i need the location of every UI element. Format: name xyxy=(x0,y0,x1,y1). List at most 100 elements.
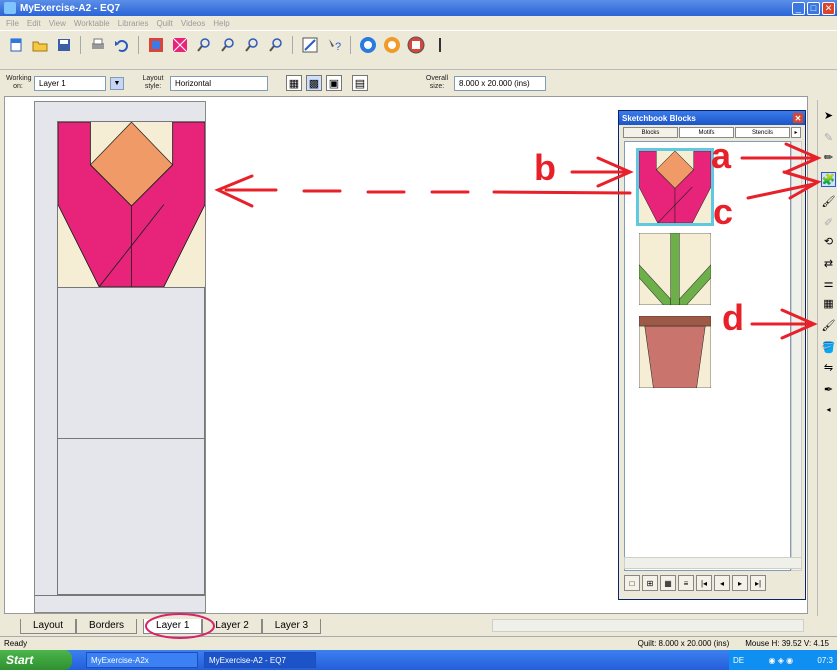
view-2x2-icon[interactable]: ⊞ xyxy=(642,575,658,591)
menu-file[interactable]: File xyxy=(6,19,19,28)
layout-borders-icon[interactable]: ▣ xyxy=(326,75,342,91)
eyedropper-tool-icon[interactable]: ✒ xyxy=(821,382,836,397)
menu-help[interactable]: Help xyxy=(213,19,229,28)
sketchbook-title: Sketchbook Blocks xyxy=(622,113,696,123)
view-1x1-icon[interactable]: □ xyxy=(624,575,640,591)
main-toolbar: ? xyxy=(0,30,837,70)
spraycan-tool-icon[interactable]: 🪣 xyxy=(821,340,836,355)
rotate-tool-icon[interactable]: ⟲ xyxy=(821,234,836,249)
print-icon[interactable] xyxy=(88,35,107,54)
fabric-color-icon[interactable] xyxy=(382,35,401,54)
menu-videos[interactable]: Videos xyxy=(181,19,205,28)
sketchbook-title-bar[interactable]: Sketchbook Blocks ✕ xyxy=(619,111,805,125)
sketchbook-horizontal-scrollbar[interactable] xyxy=(624,557,802,569)
block-thumbnail-pot[interactable] xyxy=(639,316,711,388)
flip-tool-icon[interactable]: ⇄ xyxy=(821,256,836,271)
tulip-block[interactable] xyxy=(58,122,205,287)
toolbar-more-icon[interactable] xyxy=(430,35,449,54)
app-icon xyxy=(4,2,16,14)
annotation-letter-d: d xyxy=(722,297,744,338)
view-list-icon[interactable]: ≡ xyxy=(678,575,694,591)
first-page-icon[interactable]: |◂ xyxy=(696,575,712,591)
last-page-icon[interactable]: ▸| xyxy=(750,575,766,591)
new-file-icon[interactable] xyxy=(6,35,25,54)
worktable-horizontal-scrollbar[interactable] xyxy=(492,619,804,632)
strip-scroll-icon[interactable]: ◂ xyxy=(821,402,836,417)
pencil-tool-icon[interactable]: ✏ xyxy=(821,150,836,165)
close-button[interactable]: ✕ xyxy=(822,1,835,15)
menu-view[interactable]: View xyxy=(49,19,66,28)
taskbar-item-eq7[interactable]: MyExercise-A2 - EQ7 xyxy=(204,652,316,668)
start-button[interactable]: Start xyxy=(0,650,72,670)
zoom-out-icon[interactable] xyxy=(218,35,237,54)
sketchbook-block-list[interactable] xyxy=(624,141,791,571)
fabric-library-icon[interactable] xyxy=(358,35,377,54)
tab-layer-1[interactable]: Layer 1 xyxy=(143,618,203,634)
menu-libraries[interactable]: Libraries xyxy=(118,19,149,28)
zoom-refresh-icon[interactable] xyxy=(242,35,261,54)
edit-block-icon[interactable] xyxy=(300,35,319,54)
block-thumbnail-leaves[interactable] xyxy=(639,233,711,305)
set-stencil-tool-icon[interactable]: ✐ xyxy=(821,215,836,230)
paintbrush-tool-icon[interactable]: 🖌 xyxy=(821,318,836,333)
layout-style-label: Layout style: xyxy=(142,75,164,90)
status-ready: Ready xyxy=(4,639,28,648)
menu-worktable[interactable]: Worktable xyxy=(74,19,110,28)
sketchbook-vertical-scrollbar[interactable] xyxy=(791,141,802,571)
set-block-tool-icon[interactable]: 🧩 xyxy=(821,172,836,187)
worktable-tabs: Layout Borders Layer 1 Layer 2 Layer 3 xyxy=(0,617,837,635)
undo-icon[interactable] xyxy=(112,35,131,54)
work-on-block-icon[interactable] xyxy=(170,35,189,54)
working-on-select[interactable]: Layer 1 xyxy=(34,75,106,91)
minimize-button[interactable]: _ xyxy=(792,1,805,15)
title-bar[interactable]: MyExercise-A2 - EQ7 _ □ ✕ xyxy=(0,0,837,16)
layout-grid-icon[interactable]: ▦ xyxy=(286,75,302,91)
working-on-dropdown-icon[interactable]: ▼ xyxy=(110,76,124,90)
quilt-tools-strip: ➤ ✎ ✏ 🧩 🖌 ✐ ⟲ ⇄ ⚌ ▦ 🖌 🪣 ⇋ ✒ ◂ xyxy=(817,100,837,616)
annotation-letter-b: b xyxy=(534,147,556,188)
view-3x3-icon[interactable]: ▦ xyxy=(660,575,676,591)
zoom-tool-icon[interactable]: ✎ xyxy=(821,130,836,145)
layout-controls: Working on: Layer 1 ▼ Layout style: Hori… xyxy=(0,72,808,94)
tab-scroll-icon[interactable]: ▸ xyxy=(791,127,801,138)
layout-style-field[interactable]: Horizontal xyxy=(170,75,268,91)
windows-taskbar: Start MyExercise-A2x MyExercise-A2 - EQ7… xyxy=(0,650,837,670)
tray-language[interactable]: DE xyxy=(733,656,744,665)
prev-page-icon[interactable]: ◂ xyxy=(714,575,730,591)
save-icon[interactable] xyxy=(54,35,73,54)
tab-stencils[interactable]: Stencils xyxy=(735,127,790,138)
swap-colors-tool-icon[interactable]: ⇋ xyxy=(821,360,836,375)
tab-layer-3[interactable]: Layer 3 xyxy=(261,618,322,634)
tab-layout[interactable]: Layout xyxy=(20,618,77,634)
tab-layer-2[interactable]: Layer 2 xyxy=(202,618,262,634)
tab-blocks[interactable]: Blocks xyxy=(623,127,678,138)
print-preview-icon[interactable] xyxy=(406,35,425,54)
layout-custom-icon[interactable]: ▤ xyxy=(352,75,368,91)
status-mouse: Mouse H: 39.52 V: 4.15 xyxy=(745,639,829,648)
help-icon[interactable]: ? xyxy=(324,35,343,54)
symmetry-tool-icon[interactable]: ⚌ xyxy=(821,276,836,291)
set-applique-tool-icon[interactable]: 🖌 xyxy=(821,194,836,209)
layout-on-point-icon[interactable]: ▩ xyxy=(306,75,322,91)
status-bar: Ready Quilt: 8.000 x 20.000 (ins) Mouse … xyxy=(0,636,837,650)
next-page-icon[interactable]: ▸ xyxy=(732,575,748,591)
overall-size-field: 8.000 x 20.000 (ins) xyxy=(454,75,546,91)
toolbar-separator xyxy=(138,35,139,54)
pick-tool-icon[interactable]: ➤ xyxy=(821,108,836,123)
work-on-quilt-icon[interactable] xyxy=(146,35,165,54)
menu-quilt[interactable]: Quilt xyxy=(156,19,172,28)
tab-borders[interactable]: Borders xyxy=(76,618,138,634)
zoom-in-icon[interactable] xyxy=(194,35,213,54)
sketchbook-close-icon[interactable]: ✕ xyxy=(793,113,803,123)
sketchbook-blocks-panel[interactable]: Sketchbook Blocks ✕ Blocks Motifs Stenci… xyxy=(618,110,806,600)
window-title: MyExercise-A2 - EQ7 xyxy=(20,2,121,14)
quilt-layout[interactable] xyxy=(34,101,206,613)
menu-edit[interactable]: Edit xyxy=(27,19,41,28)
taskbar-item-folder[interactable]: MyExercise-A2x xyxy=(86,652,198,668)
fit-to-worktable-icon[interactable] xyxy=(266,35,285,54)
working-on-label: Working on: xyxy=(6,75,32,90)
block-thumbnail-tulip[interactable] xyxy=(636,148,714,226)
maximize-button[interactable]: □ xyxy=(807,1,820,15)
open-folder-icon[interactable] xyxy=(30,35,49,54)
color-tool-icon[interactable]: ▦ xyxy=(821,296,836,311)
